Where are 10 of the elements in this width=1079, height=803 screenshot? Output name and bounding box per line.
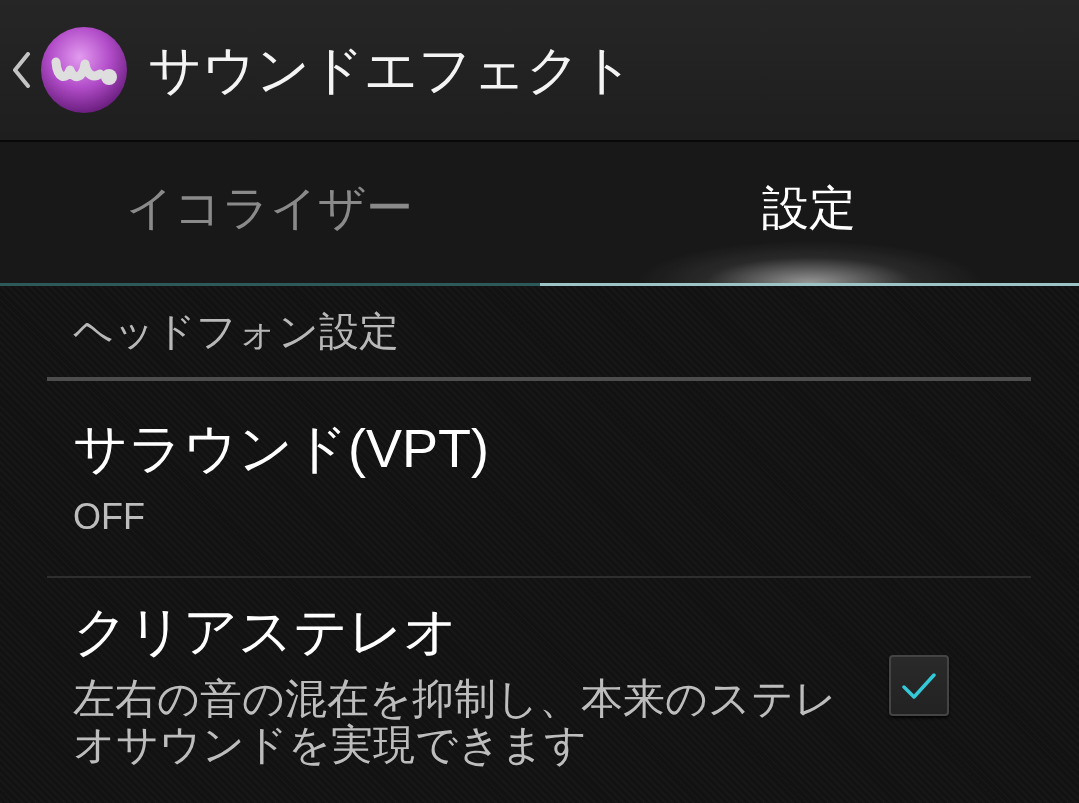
preference-summary: 左右の音の混在を抑制し、本来のステレオサウンドを実現できます [73,676,838,768]
preference-value: OFF [73,495,146,539]
checkbox[interactable] [889,655,949,716]
preference-title: クリアステレオ [73,600,459,662]
screen-title: サウンドエフェクト [148,40,634,100]
back-icon[interactable] [11,52,31,88]
check-icon [902,672,936,699]
preference-title: サラウンド(VPT) [73,417,490,479]
app-logo-icon [40,26,128,114]
section-header: ヘッドフォン設定 [47,286,1031,381]
